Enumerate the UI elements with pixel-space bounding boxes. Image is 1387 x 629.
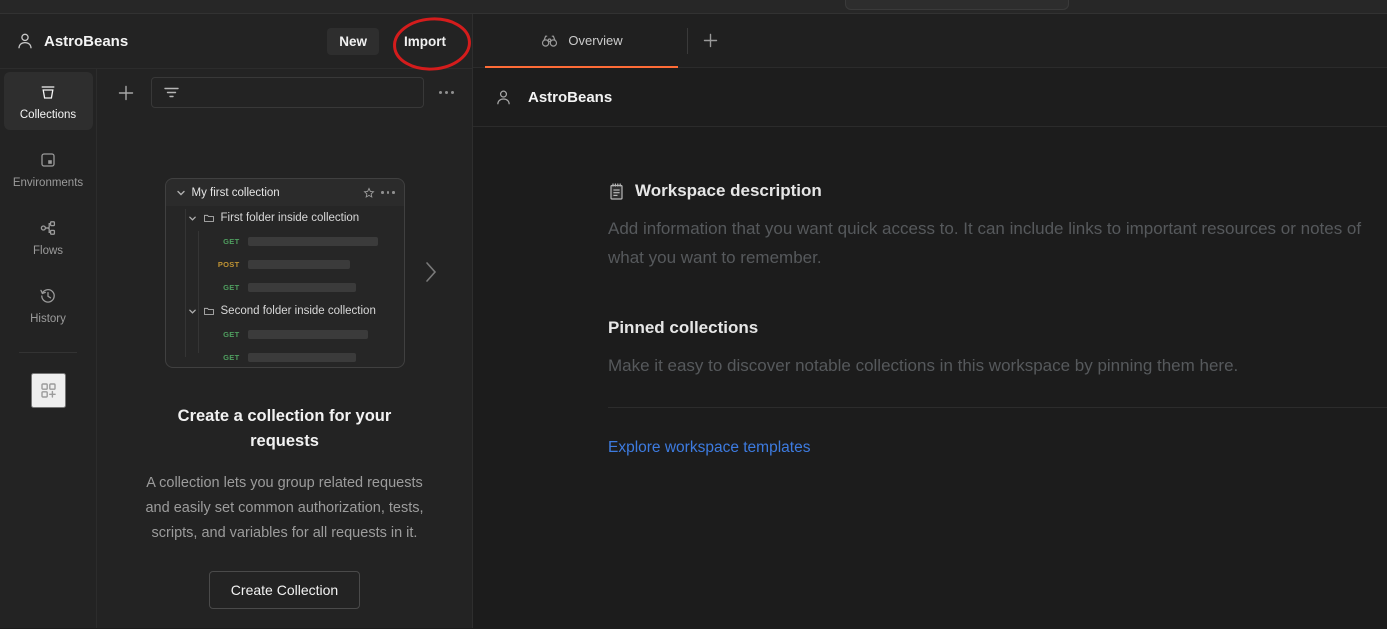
sidebar-item-history[interactable]: History bbox=[4, 276, 93, 334]
folder-icon bbox=[203, 212, 215, 224]
example-request-row: GET bbox=[166, 323, 404, 346]
workspace-name: AstroBeans bbox=[44, 33, 128, 50]
sidebar-item-label: History bbox=[30, 313, 66, 325]
collection-illustration: My first collection First folder inside … bbox=[97, 178, 472, 368]
skeleton-bar bbox=[248, 237, 378, 246]
more-dots-icon bbox=[381, 191, 395, 194]
plus-icon bbox=[702, 32, 719, 49]
workspace-description-placeholder: Add information that you want quick acce… bbox=[608, 215, 1387, 272]
import-button[interactable]: Import bbox=[392, 28, 458, 55]
create-collection-button[interactable]: Create Collection bbox=[209, 571, 360, 609]
carousel-next-button[interactable] bbox=[423, 261, 439, 283]
explore-templates-link[interactable]: Explore workspace templates bbox=[608, 439, 810, 457]
method-label: GET bbox=[213, 283, 240, 292]
skeleton-bar bbox=[248, 353, 356, 362]
notepad-icon bbox=[608, 182, 625, 201]
tab-label: Overview bbox=[568, 33, 622, 48]
pinned-collections-heading: Pinned collections bbox=[608, 318, 1387, 338]
sidebar-item-environments[interactable]: Environments bbox=[4, 140, 93, 198]
new-tab-button[interactable] bbox=[688, 14, 732, 67]
method-label: GET bbox=[213, 353, 240, 362]
collection-icon bbox=[39, 83, 57, 101]
example-folder-row: Second folder inside collection bbox=[166, 299, 404, 323]
example-collection-row: My first collection bbox=[166, 179, 404, 206]
skeleton-bar bbox=[248, 260, 350, 269]
content-divider bbox=[608, 407, 1387, 408]
empty-state-title: Create a collection for your requests bbox=[157, 404, 413, 454]
skeleton-bar bbox=[248, 330, 368, 339]
grid-plus-icon bbox=[39, 381, 58, 400]
window-top-strip bbox=[0, 0, 1387, 14]
sidebar-item-label: Collections bbox=[20, 109, 76, 121]
global-search-bar[interactable] bbox=[845, 0, 1069, 10]
environment-icon bbox=[39, 151, 57, 169]
chevron-right-icon bbox=[423, 261, 439, 283]
new-button[interactable]: New bbox=[327, 28, 379, 55]
collections-filter-box[interactable] bbox=[151, 77, 424, 108]
person-icon bbox=[495, 89, 512, 106]
flows-icon bbox=[39, 219, 57, 237]
section-heading-label: Pinned collections bbox=[608, 318, 758, 338]
chevron-down-icon bbox=[188, 214, 197, 223]
main-pane: Overview AstroBeans bbox=[473, 14, 1387, 628]
sidebar-item-label: Environments bbox=[13, 177, 83, 189]
person-icon bbox=[16, 32, 34, 50]
example-request-row: POST bbox=[166, 253, 404, 276]
method-label: GET bbox=[213, 237, 240, 246]
workspace-header: AstroBeans New Import bbox=[0, 14, 472, 69]
chevron-down-icon bbox=[188, 307, 197, 316]
history-icon bbox=[39, 287, 57, 305]
folder-icon bbox=[203, 305, 215, 317]
example-request-row: GET bbox=[166, 276, 404, 299]
configure-sidebar-button[interactable] bbox=[31, 373, 66, 408]
tab-overview[interactable]: Overview bbox=[485, 14, 678, 67]
collections-panel: My first collection First folder inside … bbox=[97, 69, 472, 628]
example-collection-name: My first collection bbox=[192, 187, 358, 199]
overview-workspace-header: AstroBeans bbox=[473, 68, 1387, 127]
overview-workspace-title: AstroBeans bbox=[528, 89, 612, 106]
pinned-collections-placeholder: Make it easy to discover notable collect… bbox=[608, 352, 1387, 381]
example-request-row: GET bbox=[166, 346, 404, 368]
filter-icon bbox=[163, 84, 180, 101]
example-folder-row: First folder inside collection bbox=[166, 206, 404, 230]
tab-bar: Overview bbox=[473, 14, 1387, 68]
method-label: GET bbox=[213, 330, 240, 339]
star-icon bbox=[363, 187, 375, 199]
sidebar-item-label: Flows bbox=[33, 245, 63, 257]
sidebar-item-flows[interactable]: Flows bbox=[4, 208, 93, 266]
sidebar-divider bbox=[19, 352, 77, 353]
plus-icon bbox=[116, 83, 136, 103]
collections-more-button[interactable] bbox=[437, 89, 456, 96]
overview-content: Workspace description Add information th… bbox=[473, 127, 1387, 628]
workspace-description-heading: Workspace description bbox=[608, 181, 1387, 201]
skeleton-bar bbox=[248, 283, 356, 292]
sidebar: Collections Environments bbox=[0, 69, 97, 628]
collections-toolbar bbox=[97, 69, 472, 108]
binoculars-icon bbox=[540, 31, 559, 50]
chevron-down-icon bbox=[176, 188, 186, 198]
collections-filter-input[interactable] bbox=[189, 86, 423, 100]
add-collection-button[interactable] bbox=[114, 81, 138, 105]
section-heading-label: Workspace description bbox=[635, 181, 822, 201]
sidebar-item-collections[interactable]: Collections bbox=[4, 72, 93, 130]
empty-state-description: A collection lets you group related requ… bbox=[143, 471, 427, 546]
example-request-row: GET bbox=[166, 230, 404, 253]
example-folder-name: Second folder inside collection bbox=[221, 305, 376, 317]
example-folder-name: First folder inside collection bbox=[221, 212, 360, 224]
more-dots-icon bbox=[439, 91, 454, 94]
method-label: POST bbox=[213, 260, 240, 269]
left-pane: AstroBeans New Import Collections bbox=[0, 14, 473, 628]
collection-example-card: My first collection First folder inside … bbox=[165, 178, 405, 368]
